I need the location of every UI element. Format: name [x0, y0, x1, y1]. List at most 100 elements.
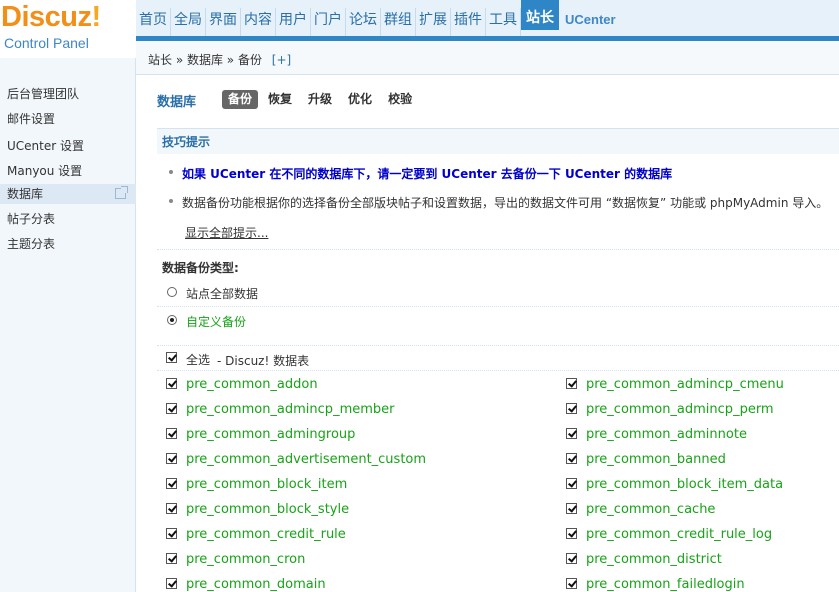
table-name-label: pre_common_credit_rule_log: [586, 527, 773, 542]
table-checkbox[interactable]: [166, 378, 177, 389]
nav-item-4[interactable]: 用户: [276, 8, 311, 36]
show-all-tips-link[interactable]: 显示全部提示...: [185, 224, 268, 241]
table-name-label: pre_common_credit_rule: [186, 527, 346, 542]
table-checkbox[interactable]: [566, 428, 577, 439]
sidebar-item-4[interactable]: 数据库: [0, 184, 136, 204]
tip-ucenter: 如果 UCenter 在不同的数据库下，请一定要到 UCenter 去备份一下 …: [182, 167, 673, 181]
logo-main: Discuz: [1, 1, 92, 33]
nav-item-2[interactable]: 界面: [206, 8, 241, 36]
tab-0[interactable]: 备份: [222, 90, 259, 109]
sidebar-item-2[interactable]: UCenter 设置: [0, 136, 136, 156]
table-checkbox[interactable]: [566, 528, 577, 539]
bullet-icon: [169, 170, 173, 174]
table-checkbox[interactable]: [166, 403, 177, 414]
sidebar-item-label: 后台管理团队: [7, 87, 80, 101]
backup-type-label: 数据备份类型:: [162, 261, 239, 275]
open-new-window-icon[interactable]: [115, 186, 128, 199]
table-name-label: pre_common_block_item_data: [586, 477, 784, 492]
page-title: 数据库: [157, 95, 197, 110]
sidebar-item-label: 帖子分表: [7, 212, 56, 226]
nav-item-9[interactable]: 插件: [451, 8, 486, 36]
add-shortcut-button[interactable]: [+]: [272, 53, 291, 67]
sidebar-item-label: 邮件设置: [7, 112, 56, 126]
table-name-label: pre_common_admincp_cmenu: [586, 377, 784, 392]
table-name-label: pre_common_cache: [586, 502, 716, 517]
table-name-label: pre_common_domain: [186, 577, 326, 592]
divider: [157, 370, 839, 371]
logo: Discuz! Control Panel: [0, 0, 136, 58]
top-nav: 首页 全局 界面 内容 用户 门户 论坛 群组 扩展 插件 工具 站长 UCenter: [136, 0, 619, 36]
table-name-label: pre_common_advertisement_custom: [186, 452, 427, 467]
table-name-label: pre_common_block_item: [186, 477, 348, 492]
nav-item-3[interactable]: 内容: [241, 8, 276, 36]
tip-backup-info: 数据备份功能根据你的选择备份全部版块帖子和设置数据，导出的数据文件可用 “数据恢…: [182, 196, 829, 210]
sidebar-item-6[interactable]: 主题分表: [0, 234, 136, 254]
logo-bang: !: [91, 1, 101, 33]
select-all-checkbox[interactable]: [166, 352, 177, 363]
tips-header: [157, 128, 839, 154]
bullet-icon: [169, 199, 173, 203]
table-name-label: pre_common_cron: [186, 552, 306, 567]
sidebar-item-1[interactable]: 邮件设置: [0, 109, 136, 129]
nav-item-7[interactable]: 群组: [381, 8, 416, 36]
select-all-sublabel: - Discuz! 数据表: [217, 354, 310, 368]
breadcrumb: 站长 » 数据库 » 备份 [+]: [148, 51, 291, 68]
tab-2[interactable]: 升级: [302, 90, 338, 109]
table-checkbox[interactable]: [166, 478, 177, 489]
nav-item-11[interactable]: 站长: [521, 0, 559, 30]
backup-custom-radio[interactable]: [167, 315, 177, 325]
table-name-label: pre_common_banned: [586, 452, 726, 467]
select-all-label: 全选: [186, 353, 211, 367]
sidebar-item-label: UCenter 设置: [7, 139, 84, 153]
nav-item-0[interactable]: 首页: [136, 8, 171, 36]
table-name-label: pre_common_district: [586, 552, 722, 567]
table-checkbox[interactable]: [566, 378, 577, 389]
table-checkbox[interactable]: [566, 503, 577, 514]
backup-custom-label: 自定义备份: [186, 315, 247, 329]
backup-all-radio[interactable]: [167, 287, 177, 297]
table-checkbox[interactable]: [566, 453, 577, 464]
table-checkbox[interactable]: [166, 428, 177, 439]
table-checkbox[interactable]: [166, 528, 177, 539]
table-checkbox[interactable]: [166, 578, 177, 589]
sidebar-item-3[interactable]: Manyou 设置: [0, 161, 136, 181]
sidebar-item-label: 主题分表: [7, 237, 56, 251]
table-name-label: pre_common_admingroup: [186, 427, 356, 442]
table-checkbox[interactable]: [566, 478, 577, 489]
tab-4[interactable]: 校验: [382, 90, 418, 109]
nav-item-5[interactable]: 门户: [311, 8, 346, 36]
nav-item-12[interactable]: UCenter: [559, 8, 619, 36]
tips-title: 技巧提示: [162, 135, 211, 149]
sidebar-item-5[interactable]: 帖子分表: [0, 209, 136, 229]
sidebar-item-label: Manyou 设置: [7, 164, 83, 178]
sidebar-item-label: 数据库: [7, 187, 44, 201]
divider: [157, 249, 839, 250]
table-checkbox[interactable]: [566, 578, 577, 589]
tab-3[interactable]: 优化: [342, 90, 378, 109]
table-name-label: pre_common_failedlogin: [586, 577, 745, 592]
table-checkbox[interactable]: [166, 453, 177, 464]
divider: [157, 306, 839, 307]
table-name-label: pre_common_admincp_member: [186, 402, 395, 417]
table-checkbox[interactable]: [166, 503, 177, 514]
table-name-label: pre_common_admincp_perm: [586, 402, 774, 417]
nav-item-6[interactable]: 论坛: [346, 8, 381, 36]
table-checkbox[interactable]: [166, 553, 177, 564]
table-name-label: pre_common_adminnote: [586, 427, 747, 442]
tab-1[interactable]: 恢复: [262, 90, 298, 109]
sidebar-item-0[interactable]: 后台管理团队: [0, 84, 136, 104]
nav-item-8[interactable]: 扩展: [416, 8, 451, 36]
breadcrumb-path: 站长 » 数据库 » 备份: [148, 53, 262, 67]
sidebar: 后台管理团队 邮件设置 UCenter 设置 Manyou 设置 数据库帖子分表主题分表: [0, 58, 136, 592]
table-checkbox[interactable]: [566, 403, 577, 414]
logo-text: Discuz!: [1, 1, 101, 33]
backup-all-label: 站点全部数据: [186, 287, 259, 301]
nav-item-1[interactable]: 全局: [171, 8, 206, 36]
table-name-label: pre_common_addon: [186, 377, 318, 392]
logo-subtitle: Control Panel: [4, 35, 89, 51]
table-name-label: pre_common_block_style: [186, 502, 350, 517]
table-checkbox[interactable]: [566, 553, 577, 564]
sub-tabs: 备份 恢复 升级 优化 校验: [222, 90, 422, 109]
divider: [157, 345, 839, 346]
nav-item-10[interactable]: 工具: [486, 8, 521, 36]
